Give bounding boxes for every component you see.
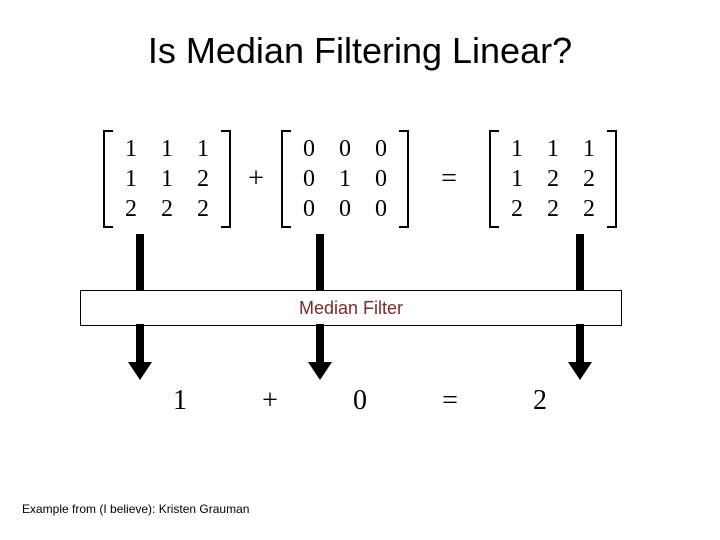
- matrix-c: 1 1 1 1 2 2 2 2 2: [489, 130, 617, 228]
- matrix-cell: 2: [185, 164, 221, 194]
- arrow-down-icon: [133, 234, 153, 292]
- matrix-cell: 2: [499, 194, 535, 224]
- matrix-cell: 0: [291, 194, 327, 224]
- matrix-cell: 2: [571, 164, 607, 194]
- matrix-b: 0 0 0 0 1 0 0 0 0: [281, 130, 409, 228]
- arrow-down-icon: [313, 234, 333, 292]
- slide: Is Median Filtering Linear? 1 1 1 1 1 2 …: [0, 0, 720, 540]
- result-b: 0: [295, 385, 425, 417]
- matrix-cell: 2: [149, 194, 185, 224]
- equals-operator: =: [425, 385, 475, 417]
- matrix-cell: 0: [363, 194, 399, 224]
- matrix-cell: 1: [499, 164, 535, 194]
- matrix-cell: 2: [185, 194, 221, 224]
- matrix-cell: 0: [291, 164, 327, 194]
- matrix-cell: 2: [535, 164, 571, 194]
- matrix-cell: 1: [113, 164, 149, 194]
- arrow-down-icon: [308, 324, 328, 380]
- result-c: 2: [475, 385, 605, 417]
- matrix-cell: 1: [571, 134, 607, 164]
- matrix-cell: 0: [363, 164, 399, 194]
- matrix-cell: 1: [185, 134, 221, 164]
- slide-title: Is Median Filtering Linear?: [0, 30, 720, 72]
- median-filter-label: Median Filter: [299, 298, 403, 318]
- matrix-cell: 0: [327, 194, 363, 224]
- matrix-cell: 1: [149, 134, 185, 164]
- matrix-cell: 0: [327, 134, 363, 164]
- equation-row: 1 1 1 1 1 2 2 2 2 + 0: [40, 130, 680, 228]
- matrix-cell: 2: [535, 194, 571, 224]
- matrix-a: 1 1 1 1 1 2 2 2 2: [103, 130, 231, 228]
- matrix-cell: 1: [149, 164, 185, 194]
- matrix-cell: 1: [499, 134, 535, 164]
- result-a: 1: [115, 385, 245, 417]
- matrix-cell: 1: [535, 134, 571, 164]
- arrow-down-icon: [573, 234, 593, 292]
- matrix-cell: 2: [113, 194, 149, 224]
- matrix-cell: 1: [327, 164, 363, 194]
- matrix-cell: 2: [571, 194, 607, 224]
- arrow-down-icon: [568, 324, 588, 380]
- matrix-cell: 0: [291, 134, 327, 164]
- matrix-cell: 1: [113, 134, 149, 164]
- attribution-footer: Example from (I believe): Kristen Grauma…: [22, 502, 249, 516]
- matrix-cell: 0: [363, 134, 399, 164]
- plus-operator: +: [245, 385, 295, 417]
- median-filter-box: Median Filter: [80, 290, 622, 326]
- plus-operator: +: [231, 163, 281, 195]
- results-row: 1 + 0 = 2: [40, 385, 680, 417]
- arrow-down-icon: [128, 324, 148, 380]
- equals-operator: =: [409, 163, 489, 195]
